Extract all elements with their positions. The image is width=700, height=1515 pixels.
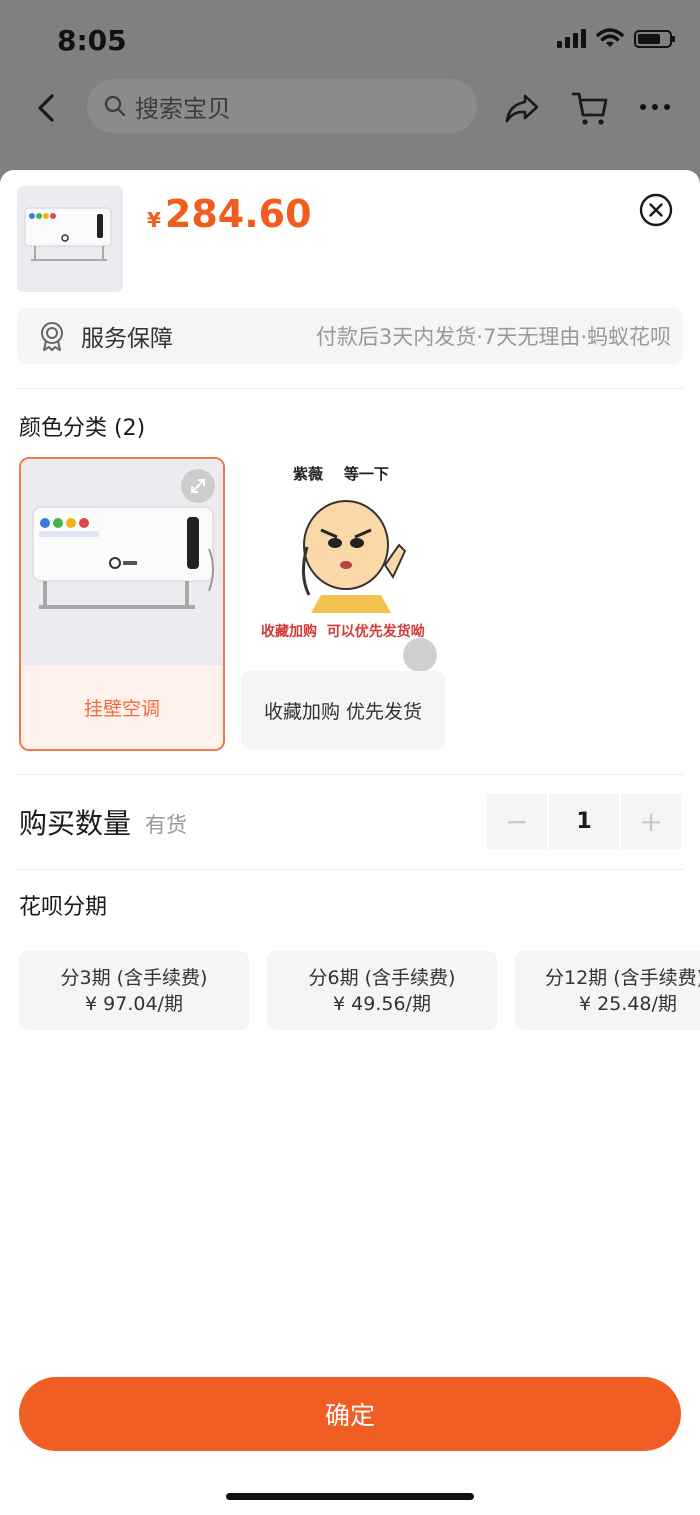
- more-icon[interactable]: [640, 104, 670, 110]
- color-section-title: 颜色分类 (2): [19, 416, 146, 441]
- back-arrow-icon[interactable]: [30, 90, 66, 126]
- installment-term: 分12期 (含手续费): [545, 966, 700, 989]
- installment-options: 分3期 (含手续费) ¥ 97.04/期 分6期 (含手续费) ¥ 49.56/…: [19, 951, 700, 1031]
- search-input[interactable]: 搜索宝贝: [87, 79, 477, 133]
- color-option-2[interactable]: 紫薇 等一下 收藏加购 可以优先发货呦 收藏加购 优先发货: [241, 457, 445, 749]
- option-label: 挂壁空调: [83, 697, 160, 720]
- expand-icon[interactable]: [403, 638, 437, 672]
- price-amount: 284.60: [164, 192, 312, 236]
- installment-term: 分6期 (含手续费): [308, 966, 456, 989]
- meme-caption-top: 紫薇 等一下: [293, 465, 389, 483]
- search-placeholder: 搜索宝贝: [135, 94, 231, 123]
- service-title: 服务保障: [81, 326, 173, 352]
- quantity-label: 购买数量: [19, 807, 132, 840]
- divider: [17, 388, 683, 389]
- service-guarantee[interactable]: 服务保障 付款后3天内发货·7天无理由·蚂蚁花呗: [17, 308, 683, 364]
- installment-amount: ¥ 49.56/期: [333, 992, 431, 1015]
- divider: [17, 869, 683, 870]
- cart-icon[interactable]: [570, 88, 610, 128]
- product-thumbnail[interactable]: [17, 186, 123, 292]
- installment-option-6[interactable]: 分6期 (含手续费) ¥ 49.56/期: [267, 951, 497, 1030]
- badge-icon: [41, 322, 63, 351]
- installment-section-title: 花呗分期: [19, 895, 108, 920]
- divider: [17, 774, 683, 775]
- status-time: 8:05: [57, 24, 127, 57]
- meme-caption-bottom: 收藏加购 可以优先发货呦: [261, 624, 425, 640]
- increase-button[interactable]: +: [621, 794, 681, 849]
- confirm-button[interactable]: 确定: [19, 1377, 681, 1451]
- heater-image: [24, 207, 112, 261]
- installment-option-12[interactable]: 分12期 (含手续费) ¥ 25.48/期: [515, 951, 700, 1030]
- option-label: 收藏加购 优先发货: [241, 671, 445, 749]
- price-currency: ¥: [147, 208, 161, 232]
- search-icon: [104, 95, 126, 117]
- installment-amount: ¥ 97.04/期: [85, 992, 183, 1015]
- sku-selector-sheet: ¥ 284.60 服务保障 付款后3天内发货·7天无理由·蚂蚁花呗 颜色分类 (…: [0, 170, 700, 1515]
- meme-character-image: [302, 500, 407, 613]
- expand-icon[interactable]: [181, 469, 215, 503]
- quantity-stepper[interactable]: − 1 +: [487, 794, 681, 849]
- home-indicator: [226, 1493, 474, 1500]
- color-option-1[interactable]: 挂壁空调: [19, 457, 225, 751]
- installment-amount: ¥ 25.48/期: [579, 992, 677, 1015]
- battery-icon: [634, 30, 675, 48]
- signal-icon: [557, 28, 586, 48]
- quantity-value[interactable]: 1: [549, 794, 619, 849]
- decrease-button[interactable]: −: [487, 794, 547, 849]
- option-image: 紫薇 等一下 收藏加购 可以优先发货呦: [241, 457, 445, 672]
- installment-term: 分3期 (含手续费): [60, 966, 208, 989]
- share-icon[interactable]: [503, 90, 541, 126]
- wifi-icon: [596, 28, 624, 47]
- close-icon[interactable]: [638, 192, 674, 228]
- option-image: [21, 459, 223, 665]
- installment-option-3[interactable]: 分3期 (含手续费) ¥ 97.04/期: [19, 951, 249, 1030]
- price: ¥ 284.60: [147, 192, 312, 236]
- status-icons: [557, 28, 675, 48]
- stock-status: 有货: [145, 813, 187, 837]
- service-description: 付款后3天内发货·7天无理由·蚂蚁花呗: [315, 325, 671, 349]
